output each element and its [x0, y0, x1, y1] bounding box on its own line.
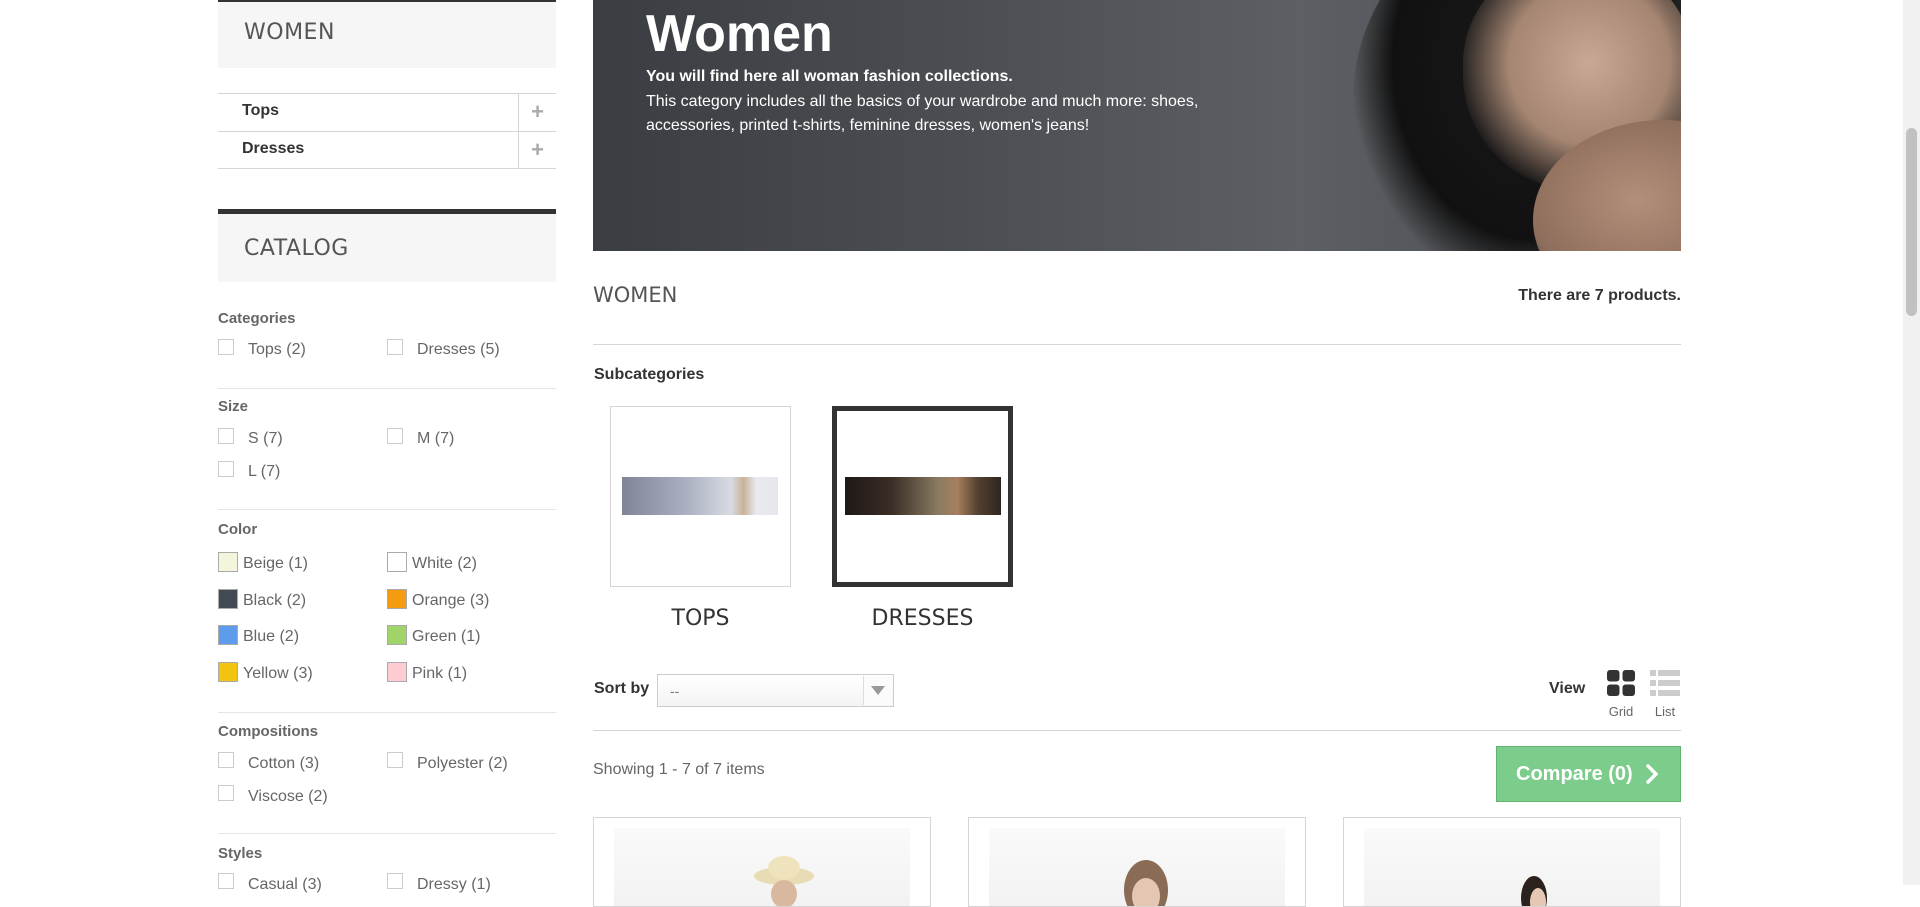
filter-checkbox[interactable] [218, 461, 234, 477]
view-list-button[interactable]: List [1645, 670, 1685, 719]
list-icon [1650, 670, 1680, 696]
color-swatch[interactable] [218, 625, 238, 645]
color-option-label[interactable]: Orange (3) [412, 592, 489, 610]
color-option-label[interactable]: Pink (1) [412, 665, 467, 683]
product-card[interactable] [593, 817, 931, 907]
toolbar-divider [593, 730, 1681, 731]
showing-items-text: Showing 1 - 7 of 7 items [593, 761, 765, 778]
subcategories-title: Subcategories [594, 366, 705, 383]
filter-divider [218, 712, 556, 713]
color-swatch[interactable] [218, 552, 238, 572]
banner-title: Women [646, 5, 833, 63]
subcategory-image-dresses[interactable] [832, 406, 1013, 587]
sort-select-value: -- [670, 683, 680, 699]
filter-option-label[interactable]: Casual (3) [248, 876, 322, 894]
filter-divider [218, 388, 556, 389]
filter-title-color: Color [218, 521, 258, 538]
color-option-label[interactable]: Green (1) [412, 628, 480, 646]
color-option-label[interactable]: Black (2) [243, 592, 306, 610]
filter-checkbox[interactable] [387, 339, 403, 355]
page-scrollbar[interactable] [1903, 0, 1920, 885]
filter-checkbox[interactable] [218, 785, 234, 801]
color-swatch[interactable] [387, 662, 407, 682]
view-list-label[interactable]: List [1645, 704, 1685, 719]
expand-plus-icon[interactable]: + [518, 132, 556, 169]
filter-checkbox[interactable] [218, 752, 234, 768]
color-option-label[interactable]: White (2) [412, 555, 477, 573]
filter-option-label[interactable]: Cotton (3) [248, 755, 319, 773]
scrollbar-thumb[interactable] [1906, 128, 1917, 316]
filter-title-size: Size [218, 398, 249, 415]
category-item-label[interactable]: Dresses [242, 140, 304, 158]
chevron-right-icon [1646, 764, 1658, 784]
category-block-title: WOMEN [244, 20, 335, 45]
sort-label: Sort by [594, 680, 650, 697]
filter-option-label[interactable]: Polyester (2) [417, 755, 508, 773]
color-swatch[interactable] [387, 552, 407, 572]
subcategory-image-tops[interactable] [610, 406, 791, 587]
catalog-block-title: CATALOG [244, 236, 349, 261]
product-image[interactable] [614, 828, 910, 906]
view-grid-label[interactable]: Grid [1601, 704, 1641, 719]
heading-divider [593, 344, 1681, 345]
subcategory-thumbnail [622, 477, 778, 515]
filter-title-categories: Categories [218, 310, 296, 327]
category-block-header: WOMEN [218, 0, 556, 68]
filter-checkbox[interactable] [218, 428, 234, 444]
category-item-dresses[interactable]: Dresses + [218, 131, 556, 169]
product-count: There are 7 products. [1518, 287, 1681, 304]
category-item-tops[interactable]: Tops + [218, 93, 556, 131]
product-image[interactable] [989, 828, 1285, 906]
color-swatch[interactable] [218, 662, 238, 682]
color-swatch[interactable] [218, 589, 238, 609]
compare-button[interactable]: Compare (0) [1496, 746, 1681, 802]
expand-plus-icon[interactable]: + [518, 94, 556, 131]
filter-option-label[interactable]: L (7) [248, 463, 280, 481]
color-swatch[interactable] [387, 625, 407, 645]
category-banner: Women You will find here all woman fashi… [593, 0, 1681, 251]
view-label: View [1549, 680, 1586, 697]
filter-divider [218, 833, 556, 834]
color-swatch[interactable] [387, 589, 407, 609]
subcategory-thumbnail [845, 477, 1001, 515]
color-option-label[interactable]: Yellow (3) [243, 665, 313, 683]
filter-title-styles: Styles [218, 845, 263, 862]
filter-title-compositions: Compositions [218, 723, 318, 740]
filter-checkbox[interactable] [218, 339, 234, 355]
page-title: WOMEN [593, 283, 678, 307]
filter-option-label[interactable]: S (7) [248, 430, 283, 448]
grid-icon [1607, 670, 1635, 696]
product-card[interactable] [968, 817, 1306, 907]
color-option-label[interactable]: Beige (1) [243, 555, 308, 573]
compare-button-label: Compare (0) [1516, 763, 1633, 785]
banner-description: This category includes all the basics of… [646, 93, 1199, 134]
sort-select[interactable]: -- [657, 674, 894, 707]
category-tree: Tops + Dresses + [218, 93, 556, 169]
filter-checkbox[interactable] [387, 752, 403, 768]
filter-option-label[interactable]: M (7) [417, 430, 454, 448]
subcategory-name-tops[interactable]: TOPS [610, 606, 791, 631]
filter-option-label[interactable]: Tops (2) [248, 341, 306, 359]
filter-option-label[interactable]: Dresses (5) [417, 341, 500, 359]
subcategory-name-dresses[interactable]: DRESSES [832, 606, 1013, 631]
filter-option-label[interactable]: Viscose (2) [248, 788, 328, 806]
color-option-label[interactable]: Blue (2) [243, 628, 299, 646]
product-image[interactable] [1364, 828, 1660, 906]
filter-checkbox[interactable] [387, 428, 403, 444]
filter-divider [218, 509, 556, 510]
catalog-block-header: CATALOG [218, 209, 556, 282]
chevron-down-icon[interactable] [863, 676, 892, 705]
filter-option-label[interactable]: Dressy (1) [417, 876, 491, 894]
filter-checkbox[interactable] [387, 873, 403, 889]
filter-checkbox[interactable] [218, 873, 234, 889]
banner-subtitle: You will find here all woman fashion col… [646, 68, 1013, 85]
view-grid-button[interactable]: Grid [1601, 670, 1641, 719]
category-item-label[interactable]: Tops [242, 102, 279, 120]
product-card[interactable] [1343, 817, 1681, 907]
